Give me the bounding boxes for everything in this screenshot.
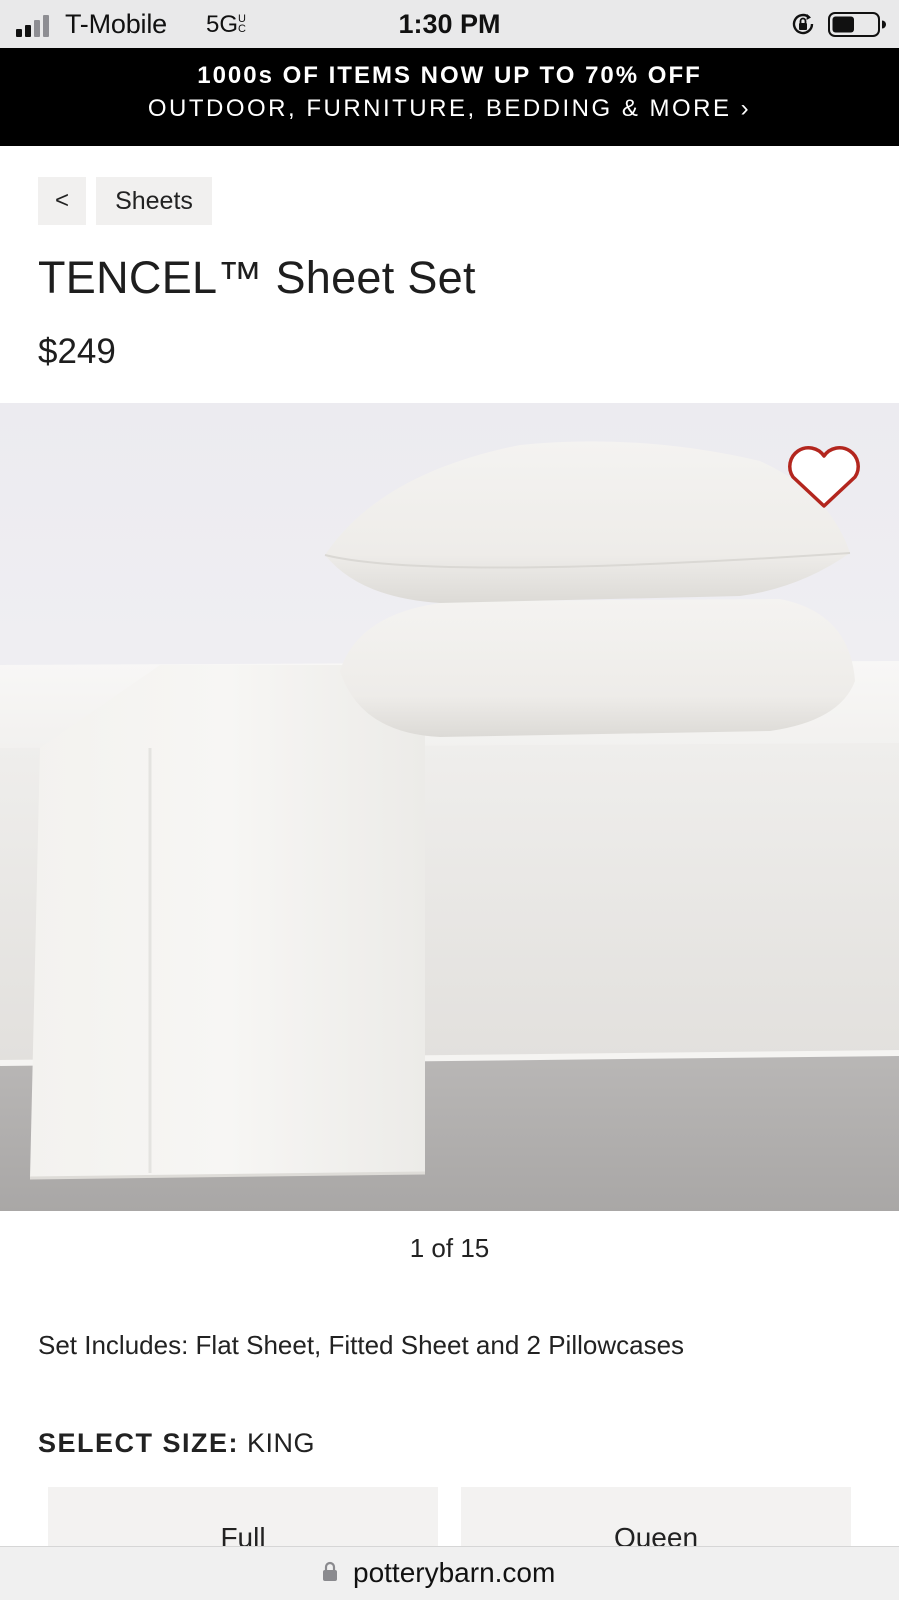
promo-subline: OUTDOOR, FURNITURE, BEDDING & MORE › [147,95,752,122]
image-counter: 1 of 15 [409,1233,490,1263]
url-domain: potterybarn.com [353,1557,556,1588]
browser-address-bar[interactable]: potterybarn.com [0,1546,899,1600]
breadcrumb-back-button[interactable]: < [38,177,86,225]
breadcrumb-sheets-link[interactable]: Sheets [96,177,212,225]
product-price: $249 [38,332,116,371]
selected-size-value: KING [247,1428,316,1458]
promo-headline: 1000s OF ITEMS NOW UP TO 70% OFF [197,62,702,89]
status-time: 1:30 PM [398,9,501,39]
sheet-set-photo [0,403,899,1211]
status-bar: T-Mobile 5GUC 1:30 PM [0,0,899,48]
product-title: TENCEL™ Sheet Set [38,252,476,303]
promo-banner[interactable]: 1000s OF ITEMS NOW UP TO 70% OFF OUTDOOR… [0,48,899,146]
wishlist-heart-icon[interactable] [784,444,864,512]
select-size-heading: SELECT SIZE: [38,1428,240,1458]
lock-icon [323,1561,337,1581]
battery-icon [828,12,886,37]
set-includes-text: Set Includes: Flat Sheet, Fitted Sheet a… [38,1330,685,1360]
product-image[interactable] [0,403,899,1211]
rotation-lock-icon [792,13,814,35]
select-size-label: SELECT SIZE: KING [38,1428,315,1459]
